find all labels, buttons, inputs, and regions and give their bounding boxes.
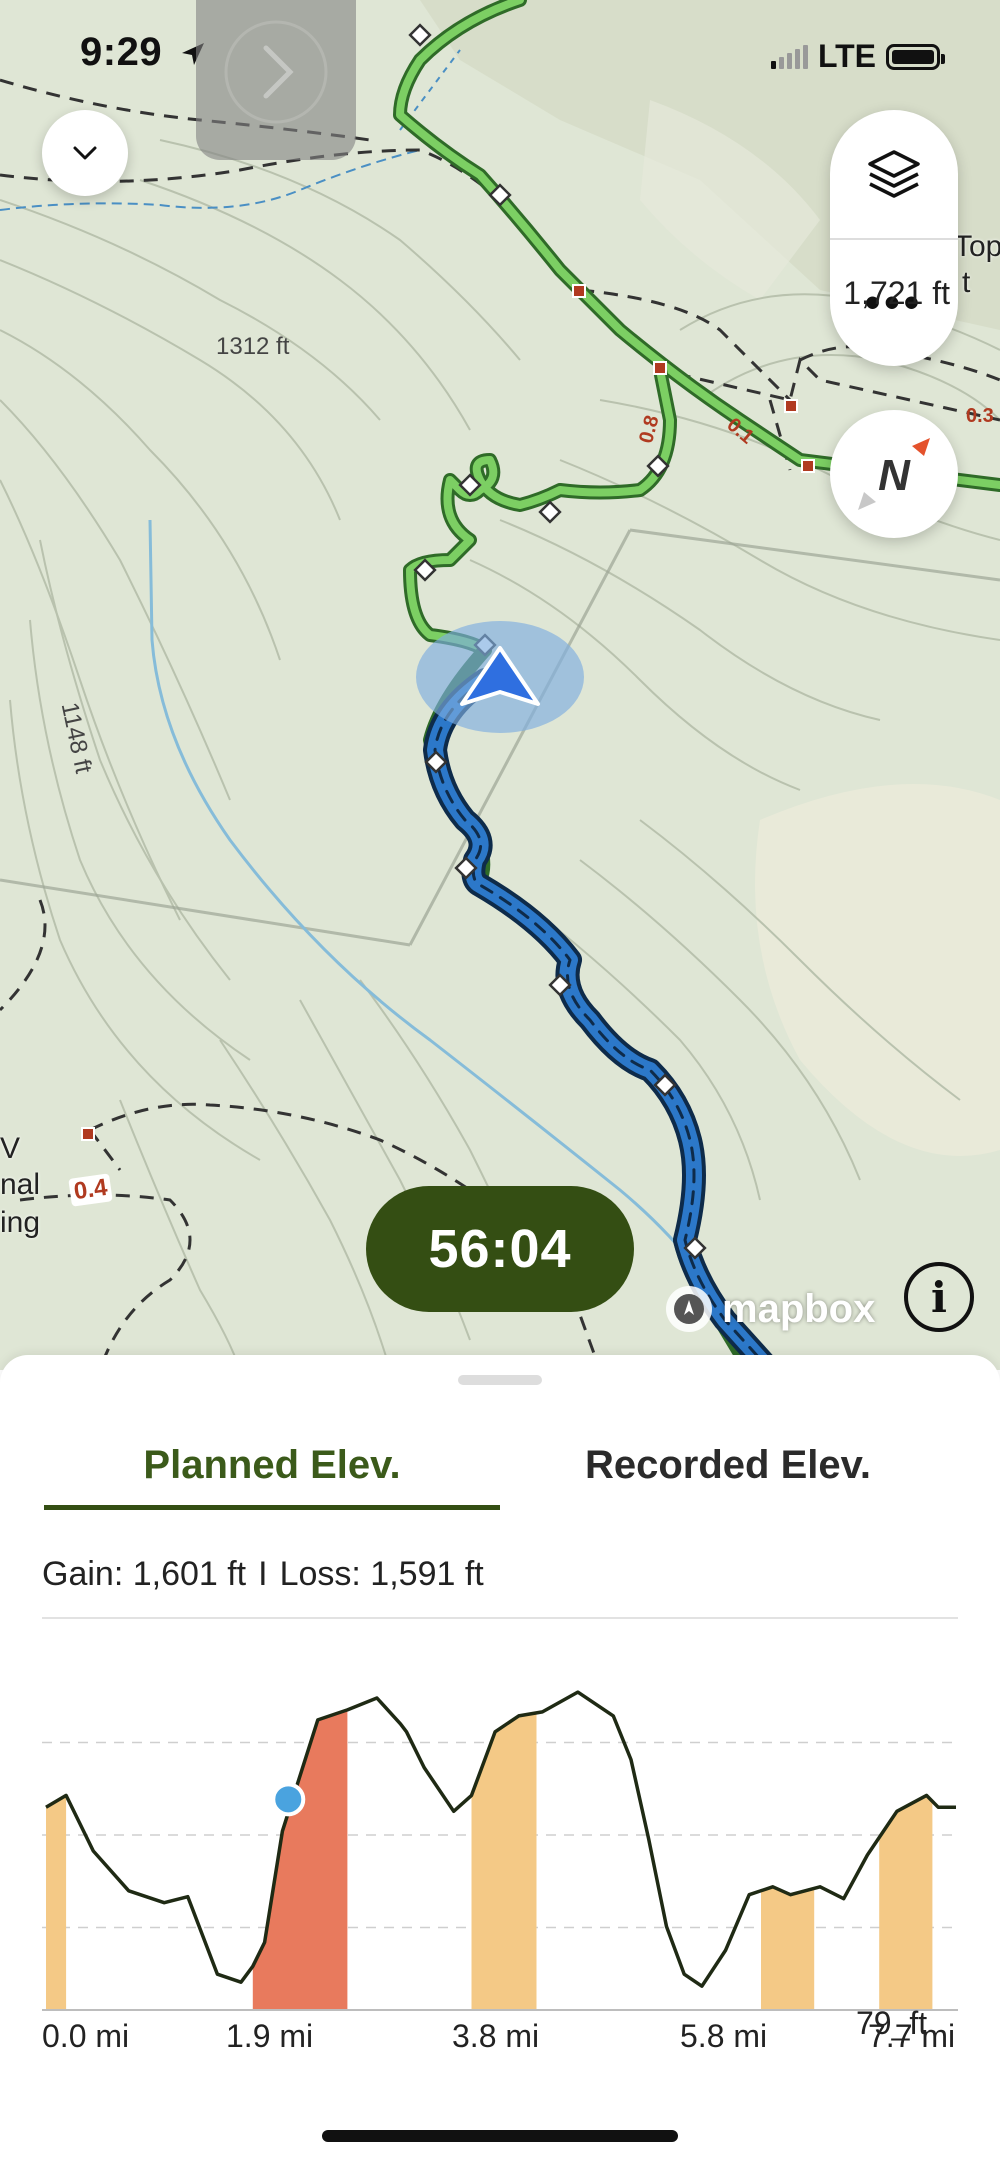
info-icon: i [931,1272,947,1322]
gain-loss-summary: Gain: 1,601 ft I Loss: 1,591 ft [42,1555,484,1594]
chevron-down-icon [73,146,97,160]
mapbox-logo-icon [666,1286,712,1332]
info-button[interactable]: i [904,1262,974,1332]
network-label: LTE [817,38,876,74]
tab-recorded-elevation[interactable]: Recorded Elev. [500,1425,956,1505]
sheet-handle[interactable] [458,1375,542,1385]
place-label: t [962,266,971,299]
x-tick-label: 7.7 mi [868,2018,956,2054]
tab-planned-elevation[interactable]: Planned Elev. [44,1425,500,1510]
elevation-max-label: 1,721 ft [843,275,950,311]
separator: I [258,1555,268,1593]
x-tick-label: 1.9 mi [226,2018,314,2054]
layers-button[interactable] [830,110,958,238]
status-time-text: 9:29 [80,30,163,74]
place-label: V [0,1132,21,1165]
collapse-button[interactable] [42,110,128,196]
status-time: 9:29 [80,30,208,75]
elapsed-timer[interactable]: 56:04 [366,1186,634,1312]
contour-label: 1312 ft [216,333,290,360]
x-tick-label: 3.8 mi [452,2018,540,2054]
home-indicator[interactable] [322,2130,678,2142]
place-label: nal [0,1168,41,1201]
signal-icon [770,44,808,69]
chevron-right-icon [224,20,328,124]
loss-label: Loss: 1,591 ft [279,1555,484,1593]
mapbox-attribution[interactable]: mapbox [662,1282,875,1336]
place-label: Top [954,230,1000,263]
x-tick-label: 0.0 mi [42,2018,130,2054]
compass-icon: N [858,438,930,510]
gain-label: Gain: 1,601 ft [42,1555,247,1593]
layers-icon [868,150,920,198]
compass-letter: N [878,451,911,500]
map-controls: ••• [830,110,958,366]
distance-label: 0.4 [68,1173,114,1207]
distance-label: 0.3 [966,405,994,427]
forward-card[interactable] [196,0,356,160]
status-indicators: LTE [770,38,945,75]
compass-button[interactable]: N [830,410,958,538]
place-label: ing [0,1206,41,1239]
divider [42,1617,958,1619]
mapbox-text: mapbox [722,1286,876,1331]
x-tick-label: 5.8 mi [680,2018,768,2054]
battery-icon [886,43,945,70]
